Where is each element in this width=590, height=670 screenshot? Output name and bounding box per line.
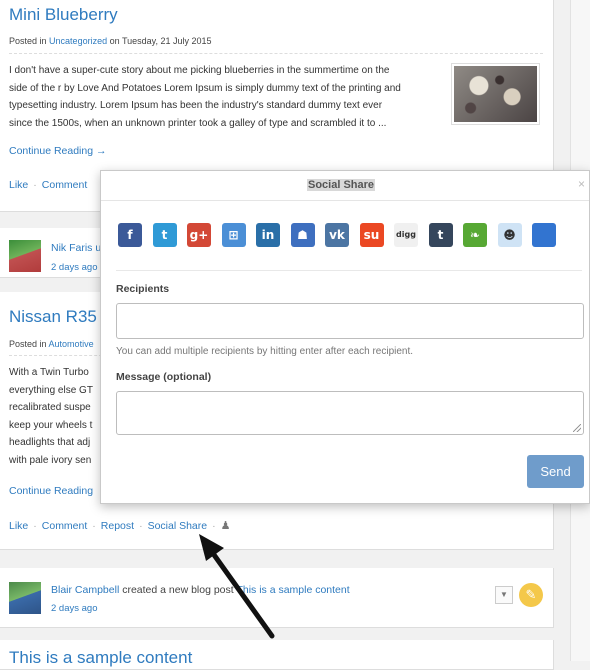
edit-icon[interactable]: ✎ [519,583,543,607]
tumblr-icon[interactable]: t [428,223,453,247]
category-link[interactable]: Uncategorized [49,36,107,46]
separator: · [33,520,37,532]
annotation-arrow-icon [199,534,275,639]
excerpt-line: side of the r by Love And Potatoes Lorem… [9,82,401,94]
twitter-icon[interactable]: t [152,223,177,247]
excerpt-line: keep your wheels t [9,419,93,431]
digg-icon[interactable]: digg [394,223,418,247]
post-meta: Posted in Uncategorized on Tuesday, 21 J… [9,36,212,46]
avatar[interactable] [9,582,41,614]
post-actions: Like · Comment [9,179,87,191]
linkedin-icon[interactable]: in [256,223,280,247]
user-name-link[interactable]: Nik Faris u [51,242,101,254]
message-textarea[interactable] [116,391,584,435]
delicious-icon[interactable] [532,223,556,247]
reddit-icon[interactable]: ☻ [497,223,522,247]
posted-date: on Tuesday, 21 July 2015 [109,36,212,46]
excerpt-line: typesetting industry. Lorem Ipsum has be… [9,100,383,111]
continue-reading-link[interactable]: Continue Reading → [9,145,106,157]
post-title[interactable]: Nissan R35 - [9,307,107,327]
windows-live-icon[interactable]: ⊞ [221,223,246,247]
caret-down-icon: ▼ [500,590,508,599]
recipients-label: Recipients [116,283,170,295]
avatar[interactable] [9,240,41,272]
post-excerpt: With a Twin Turbo everything else GT rec… [9,364,93,469]
post-title[interactable]: This is a sample content [9,648,192,668]
recipients-help: You can add multiple recipients by hitti… [116,346,414,357]
repost-link[interactable]: Repost [101,520,134,532]
divider [116,270,582,271]
timestamp: 2 days ago [51,262,98,273]
excerpt-line: recalibrated suspe [9,402,91,413]
post-thumbnail[interactable] [451,63,540,125]
vk-icon[interactable]: vk [325,223,349,247]
excerpt-line: with pale ivory sen [9,454,92,466]
modal-header: Social Share × [101,171,589,201]
dropdown-toggle[interactable]: ▼ [495,586,513,604]
posted-prefix: Posted in [9,36,47,46]
facebook-icon[interactable]: f [118,223,142,247]
user-name-link[interactable]: Blair Campbell [51,584,119,596]
category-link[interactable]: Automotive [49,339,94,349]
send-button[interactable]: Send [527,455,584,488]
separator: · [139,520,143,532]
resize-handle-icon[interactable] [573,424,581,432]
social-share-modal: Social Share × f t g+ ⊞ in ☗ vk su digg t ❧ ☻ Recip… [100,170,590,504]
comment-link[interactable]: Comment [42,520,88,532]
separator: · [33,179,37,191]
evernote-icon[interactable]: ❧ [463,223,487,247]
myspace-icon[interactable]: ☗ [290,223,315,247]
like-link[interactable]: Like [9,520,28,532]
message-label: Message (optional) [116,371,212,383]
excerpt-line: With a Twin Turbo [9,367,89,378]
divider [9,53,543,54]
post-meta: Posted in Automotive [9,339,94,349]
stumbleupon-icon[interactable]: su [359,223,384,247]
recipients-input[interactable] [116,303,584,339]
close-icon[interactable]: × [578,177,585,191]
excerpt-line: headlights that adj [9,437,91,448]
excerpt-line: since the 1500s, when an unknown printer… [9,117,387,129]
post-excerpt: I don't have a super-cute story about me… [9,62,401,132]
modal-title: Social Share [307,179,376,191]
thumbnail-image [454,66,537,122]
like-link[interactable]: Like [9,179,28,191]
excerpt-line: I don't have a super-cute story about me… [9,65,390,76]
comment-link[interactable]: Comment [42,179,88,191]
google-plus-icon[interactable]: g+ [187,223,211,247]
posted-prefix: Posted in [9,339,47,349]
continue-reading-link[interactable]: Continue Reading [9,485,93,497]
timestamp: 2 days ago [51,603,98,614]
post-title[interactable]: Mini Blueberry [9,5,118,25]
separator: · [92,520,96,532]
excerpt-line: everything else GT [9,384,93,396]
